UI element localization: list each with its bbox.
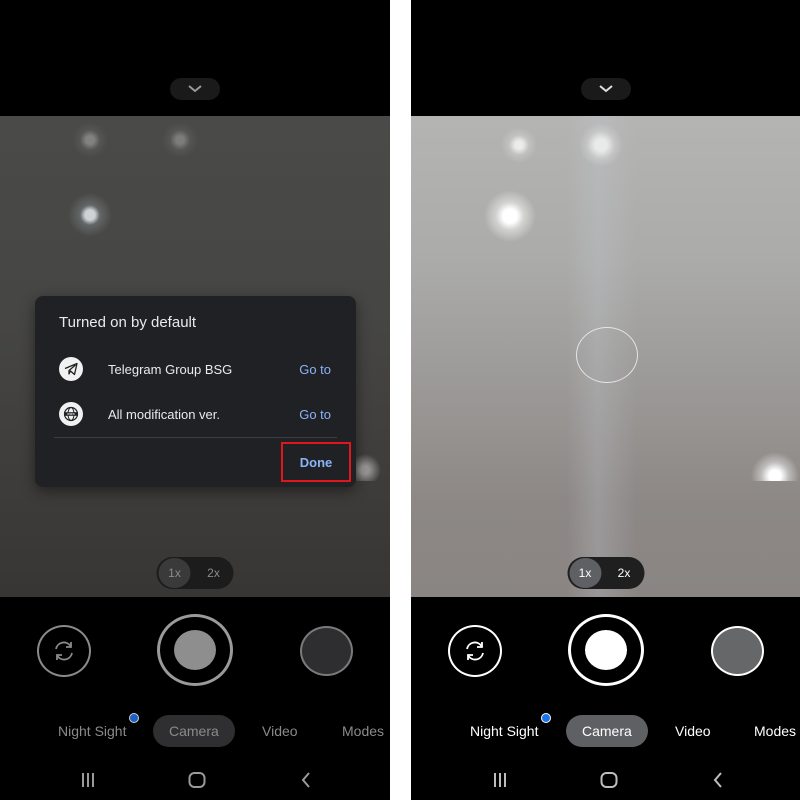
- dialog-title: Turned on by default: [59, 314, 197, 331]
- go-to-telegram-link[interactable]: Go to: [299, 362, 331, 377]
- new-badge-dot: [541, 713, 551, 723]
- mode-night-sight[interactable]: Night Sight: [470, 715, 538, 747]
- home-icon: [600, 772, 618, 788]
- go-to-modifications-link[interactable]: Go to: [299, 407, 331, 422]
- dialog-item-telegram: Telegram Group BSG Go to: [35, 354, 356, 384]
- shutter-inner: [585, 630, 627, 670]
- camera-screen-left: 1x 2x Turned on by default Telegram Grou…: [0, 0, 390, 800]
- mode-video[interactable]: Video: [675, 715, 711, 747]
- shutter-button[interactable]: [568, 614, 644, 686]
- gallery-thumbnail[interactable]: [711, 626, 764, 676]
- switch-camera-icon: [466, 641, 484, 661]
- mode-camera[interactable]: Camera: [153, 715, 235, 747]
- zoom-1x-button[interactable]: 1x: [569, 558, 601, 588]
- switch-camera-button[interactable]: [448, 625, 502, 677]
- back-icon: [713, 772, 722, 788]
- system-nav-bar: [0, 765, 390, 795]
- mode-video[interactable]: Video: [262, 715, 298, 747]
- new-badge-dot: [129, 713, 139, 723]
- camera-screen-right: 1x 2x Night Sight Camera Video Modes: [411, 0, 800, 800]
- switch-camera-button[interactable]: [37, 625, 91, 677]
- mode-modes[interactable]: Modes: [342, 715, 384, 747]
- shutter-inner: [174, 630, 216, 670]
- home-button[interactable]: [594, 765, 624, 795]
- chevron-down-icon: [598, 85, 613, 93]
- system-nav-bar: [411, 765, 800, 795]
- chevron-down-icon: [188, 85, 202, 93]
- switch-camera-icon: [55, 641, 73, 661]
- zoom-toggle[interactable]: 1x 2x: [567, 557, 644, 589]
- focus-indicator: [576, 327, 638, 383]
- home-icon: [188, 772, 206, 788]
- telegram-icon: [59, 357, 83, 381]
- globe-www-icon: www: [59, 402, 83, 426]
- recent-apps-button[interactable]: [485, 765, 515, 795]
- collapse-settings-button[interactable]: [580, 78, 631, 100]
- mode-selector: Night Sight Camera Video Modes: [0, 713, 390, 747]
- back-button[interactable]: [703, 765, 733, 795]
- viewfinder[interactable]: 1x 2x: [411, 116, 800, 597]
- zoom-1x-button[interactable]: 1x: [158, 558, 191, 588]
- shutter-button[interactable]: [157, 614, 233, 686]
- recent-apps-icon: [82, 773, 94, 787]
- recent-apps-icon: [494, 773, 506, 787]
- zoom-toggle[interactable]: 1x 2x: [156, 557, 234, 589]
- dialog-item-label: All modification ver.: [108, 406, 220, 422]
- dialog-divider: [54, 437, 337, 438]
- dialog-item-label: Telegram Group BSG: [108, 361, 233, 377]
- mode-selector: Night Sight Camera Video Modes: [411, 713, 800, 747]
- camera-controls: [411, 597, 800, 707]
- recent-apps-button[interactable]: [73, 765, 103, 795]
- back-button[interactable]: [291, 765, 321, 795]
- svg-text:www: www: [67, 412, 75, 416]
- dialog-item-modifications: www All modification ver. Go to: [35, 399, 356, 429]
- mode-night-sight[interactable]: Night Sight: [58, 715, 126, 747]
- home-button[interactable]: [182, 765, 212, 795]
- turned-on-dialog: Turned on by default Telegram Group BSG …: [35, 296, 356, 487]
- done-button[interactable]: Done: [281, 442, 351, 482]
- collapse-settings-button[interactable]: [170, 78, 220, 100]
- gallery-thumbnail[interactable]: [300, 626, 353, 676]
- zoom-2x-button[interactable]: 2x: [197, 559, 231, 587]
- zoom-2x-button[interactable]: 2x: [607, 559, 641, 587]
- camera-controls: [0, 597, 390, 707]
- mode-camera[interactable]: Camera: [566, 715, 648, 747]
- back-icon: [301, 772, 310, 788]
- mode-modes[interactable]: Modes: [754, 715, 796, 747]
